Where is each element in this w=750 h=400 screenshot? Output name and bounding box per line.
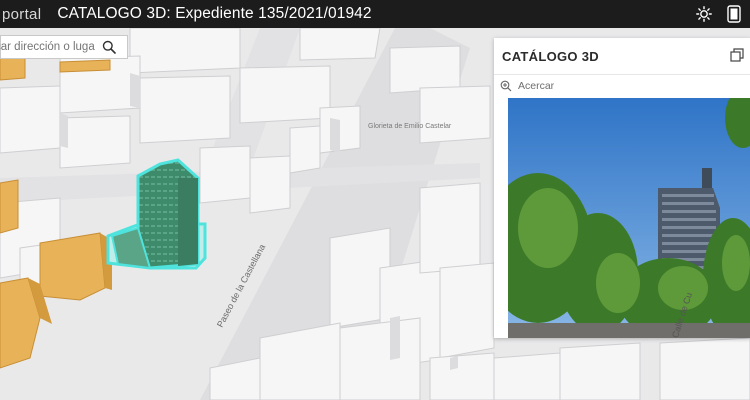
zoom-in-icon (500, 80, 512, 92)
top-bar: portal CATALOGO 3D: Expediente 135/2021/… (0, 0, 750, 28)
search-input[interactable] (0, 40, 97, 54)
device-icon[interactable] (724, 4, 744, 24)
page-title: CATALOGO 3D: Expediente 135/2021/01942 (57, 5, 372, 22)
building-photo (508, 98, 750, 338)
sun-icon[interactable] (694, 4, 714, 24)
place-label: Glorieta de Emilio Castelar (368, 123, 452, 130)
app-brand[interactable]: portal (2, 6, 41, 23)
zoom-to-action[interactable]: Acercar (494, 75, 750, 97)
search-icon[interactable] (99, 37, 119, 57)
search-box (0, 35, 128, 59)
dock-icon[interactable] (730, 48, 746, 64)
catalog-panel: CATÁLOGO 3D Acercar (494, 38, 750, 338)
zoom-label: Acercar (518, 80, 555, 92)
panel-title: CATÁLOGO 3D (502, 48, 599, 64)
panel-header: CATÁLOGO 3D (494, 38, 750, 75)
